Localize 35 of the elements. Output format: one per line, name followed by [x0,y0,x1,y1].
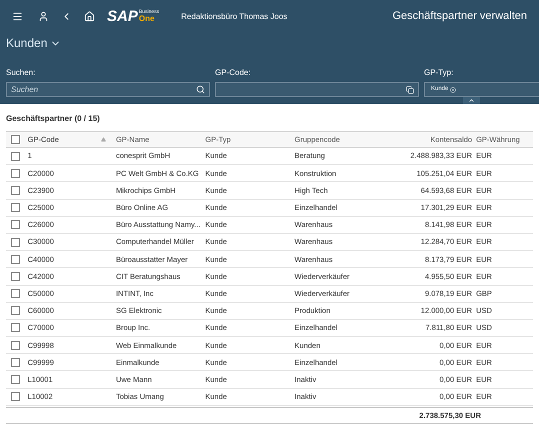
checkbox[interactable] [11,340,20,350]
checkbox[interactable] [11,392,20,402]
checkbox[interactable] [11,323,20,332]
user-icon[interactable] [38,11,49,22]
value-help-icon[interactable] [406,86,414,94]
app-title: Geschäftspartner verwalten [392,9,527,24]
search-placeholder: Suchen [11,84,40,96]
input-field[interactable] [215,82,419,97]
checkbox[interactable] [11,168,20,178]
home-icon[interactable] [84,11,95,22]
collapse-icon [468,97,475,104]
checkbox[interactable] [11,289,20,298]
sort-icon [100,137,106,142]
variant-selector[interactable]: Kunden [6,34,62,52]
filter-label: Suchen: [6,67,36,79]
remove-icon[interactable] [450,86,456,92]
search-field[interactable]: Suchen [6,82,210,97]
company-name: Redaktionsbüro Thomas Joos [181,10,288,22]
checkbox[interactable] [11,220,20,230]
checkbox[interactable] [11,272,20,281]
checkbox[interactable] [11,152,20,161]
checkbox[interactable] [11,238,20,247]
checkbox[interactable] [11,358,20,367]
checkbox[interactable] [11,186,20,195]
menu-icon[interactable] [12,11,23,22]
checkbox[interactable] [11,203,20,212]
checkbox[interactable] [11,254,20,264]
search-icon[interactable] [196,85,205,94]
checkbox[interactable] [11,375,20,384]
checkbox[interactable] [11,135,20,144]
table-title: Geschäftspartner (0 / 15) [6,113,101,125]
filter-label: GP-Code: [215,67,252,79]
collapse-button[interactable] [463,97,480,104]
filter-label: GP-Typ: [424,67,454,79]
checkbox[interactable] [11,306,20,316]
